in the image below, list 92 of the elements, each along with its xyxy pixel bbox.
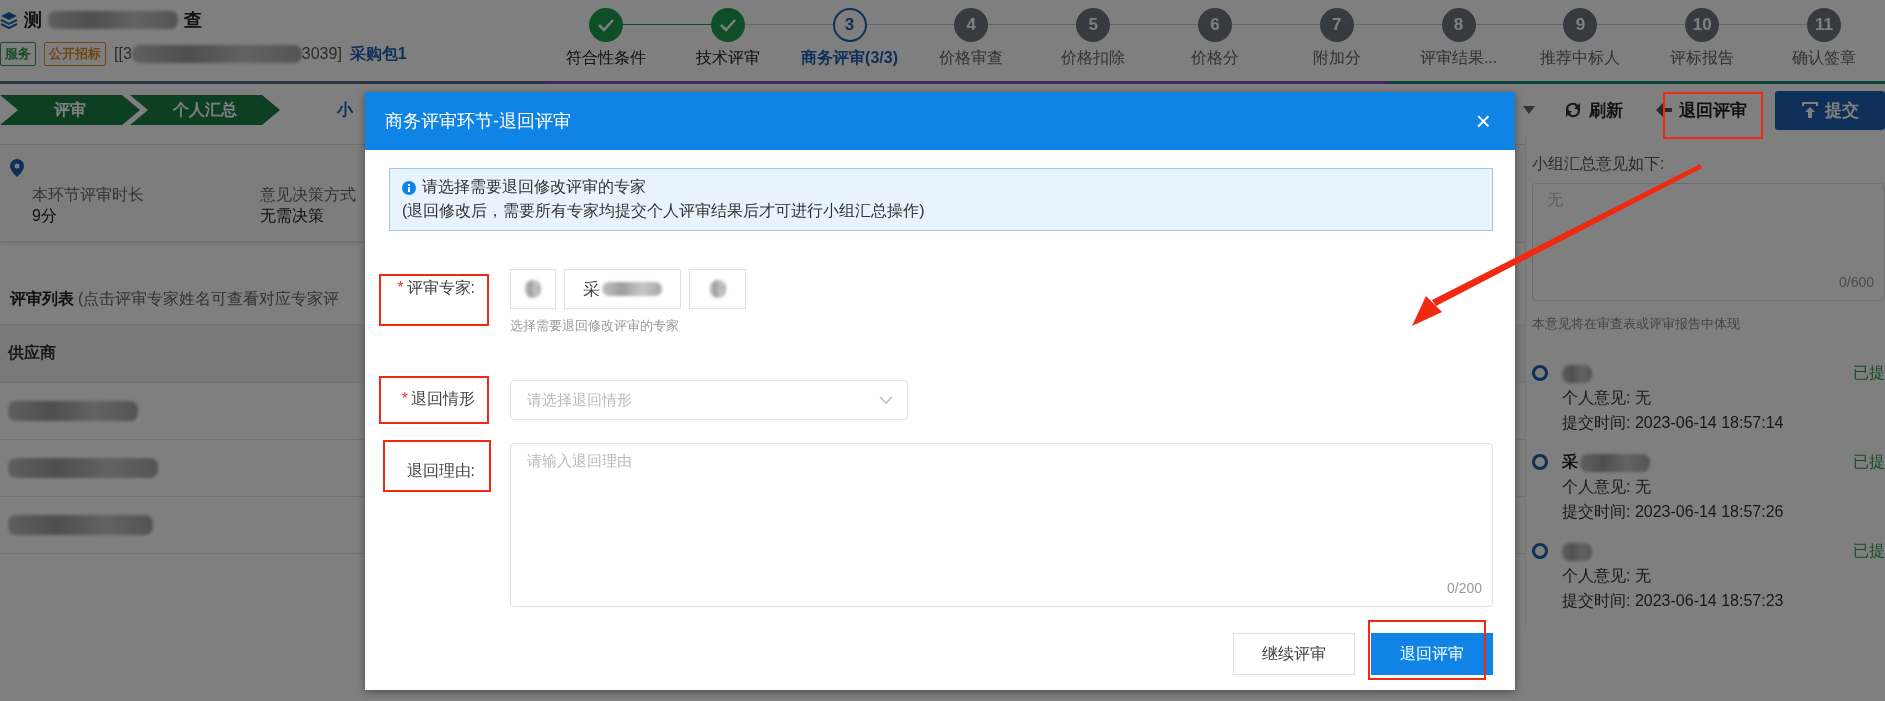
project-code: 3039] bbox=[301, 45, 342, 63]
timeline-dot bbox=[1532, 365, 1548, 381]
project-title: 测 bbox=[24, 9, 42, 32]
refresh-icon bbox=[1563, 101, 1583, 119]
info-value: 9分 bbox=[32, 206, 57, 226]
back-arrow-icon bbox=[1655, 102, 1673, 118]
step-number: 6 bbox=[1210, 15, 1220, 35]
step-label[interactable]: 商务评审(3/3) bbox=[801, 48, 898, 69]
field-label: 退回理由: bbox=[406, 461, 475, 481]
chevron-down-icon bbox=[879, 396, 893, 404]
check-icon bbox=[596, 18, 615, 32]
step-label[interactable]: 价格扣除 bbox=[1061, 48, 1126, 69]
step-number: 10 bbox=[1692, 15, 1712, 35]
submit-time: 提交时间: 2023-06-14 18:57:23 bbox=[1562, 591, 1785, 611]
step-circle[interactable]: 4 bbox=[954, 8, 989, 42]
tag: 公开招标 bbox=[44, 42, 106, 66]
caret-down-icon bbox=[1523, 106, 1535, 114]
expert-chip[interactable] bbox=[510, 269, 556, 309]
info-value: 无需决策 bbox=[260, 206, 324, 226]
status-text: 已提 bbox=[1853, 363, 1885, 383]
continue-button[interactable]: 继续评审 bbox=[1233, 633, 1355, 675]
step-label[interactable]: 技术评审 bbox=[695, 48, 760, 69]
toolbar-button[interactable]: 刷新 bbox=[1559, 94, 1627, 126]
step-circle[interactable] bbox=[588, 8, 623, 42]
step-circle[interactable]: 9 bbox=[1563, 8, 1598, 42]
flow-step[interactable]: 个人汇总 bbox=[130, 95, 280, 125]
info-label: 意见决策方式 bbox=[260, 185, 356, 205]
step-circle[interactable]: 10 bbox=[1685, 8, 1720, 42]
required-mark: * bbox=[397, 279, 404, 297]
step-label[interactable]: 评审结果... bbox=[1419, 48, 1498, 69]
step-label[interactable]: 价格分 bbox=[1190, 48, 1239, 69]
info-icon bbox=[402, 180, 416, 195]
flow-step[interactable]: 评审 bbox=[0, 95, 140, 125]
project-code: [[3 bbox=[114, 45, 132, 63]
step-label[interactable]: 推荐中标人 bbox=[1540, 48, 1621, 69]
status-text: 已提 bbox=[1853, 541, 1885, 561]
timeline-dot bbox=[1532, 543, 1548, 559]
upload-icon bbox=[1801, 101, 1819, 119]
return-button[interactable]: 退回评审 bbox=[1371, 633, 1493, 675]
opinion-text: 个人意见: 无 bbox=[1562, 388, 1652, 408]
char-counter: 0/200 bbox=[1446, 580, 1482, 596]
timeline-dot bbox=[1532, 454, 1548, 470]
required-mark: * bbox=[401, 390, 408, 408]
submit-time: 提交时间: 2023-06-14 18:57:14 bbox=[1562, 413, 1785, 433]
expert-name: 采 bbox=[1562, 452, 1578, 472]
step-circle[interactable]: 11 bbox=[1807, 8, 1842, 42]
field-label: 评审专家: bbox=[406, 278, 475, 298]
alert-text: (退回修改后，需要所有专家均提交个人评审结果后才可进行小组汇总操作) bbox=[402, 201, 926, 221]
step-circle[interactable]: 8 bbox=[1441, 8, 1476, 42]
field-label: 退回情形 bbox=[411, 389, 475, 409]
step-number: 4 bbox=[966, 15, 977, 35]
reason-textarea[interactable]: 请输入退回理由 0/200 bbox=[510, 443, 1493, 607]
submit-time: 提交时间: 2023-06-14 18:57:26 bbox=[1562, 502, 1785, 522]
step-circle[interactable]: 3 bbox=[832, 8, 867, 42]
toolbar-button[interactable]: 退回评审 bbox=[1651, 94, 1751, 126]
project-title: 查 bbox=[184, 9, 202, 32]
expert-chip[interactable]: 采 bbox=[564, 269, 681, 309]
step-label[interactable]: 确认签章 bbox=[1792, 48, 1857, 69]
summary-label: 小组汇总意见如下: bbox=[1532, 154, 1666, 174]
step-label[interactable]: 附加分 bbox=[1312, 48, 1361, 69]
redacted-text bbox=[1580, 453, 1650, 472]
check-icon bbox=[718, 18, 737, 32]
step-circle[interactable]: 5 bbox=[1076, 8, 1111, 42]
step-number: 9 bbox=[1575, 15, 1586, 35]
step-circle[interactable] bbox=[710, 8, 745, 42]
alert-title: 请选择需要退回修改评审的专家 bbox=[422, 177, 646, 197]
tag: 服务 bbox=[0, 42, 36, 66]
info-label: 本环节评审时长 bbox=[32, 185, 144, 205]
step-number: 7 bbox=[1332, 15, 1342, 35]
opinion-text: 个人意见: 无 bbox=[1562, 566, 1652, 586]
situation-select[interactable]: 请选择退回情形 bbox=[510, 380, 908, 420]
close-button[interactable]: × bbox=[1475, 108, 1491, 134]
section-hint: (点击评审专家姓名可查看对应专家评 bbox=[78, 289, 340, 309]
location-pin-icon bbox=[10, 159, 24, 177]
step-number: 11 bbox=[1815, 15, 1833, 35]
step-label[interactable]: 评标报告 bbox=[1670, 48, 1735, 69]
step-label[interactable]: 价格审查 bbox=[939, 48, 1004, 69]
toolbar-button[interactable]: 提交 bbox=[1775, 90, 1885, 130]
redacted-text bbox=[1562, 542, 1592, 561]
package-link[interactable]: 采购包1 bbox=[349, 43, 407, 65]
step-number: 3 bbox=[844, 15, 855, 35]
step-circle[interactable]: 6 bbox=[1197, 8, 1232, 42]
step-label[interactable]: 符合性条件 bbox=[565, 48, 646, 69]
step-number: 8 bbox=[1453, 15, 1464, 35]
status-text: 已提 bbox=[1853, 452, 1885, 472]
step-number: 5 bbox=[1088, 15, 1098, 35]
section-title: 评审列表 bbox=[10, 289, 74, 309]
step-circle[interactable]: 7 bbox=[1319, 8, 1354, 42]
opinion-text: 个人意见: 无 bbox=[1562, 477, 1652, 497]
expert-chip[interactable] bbox=[689, 269, 746, 309]
redacted-text bbox=[1562, 364, 1592, 383]
layers-icon bbox=[0, 11, 18, 29]
